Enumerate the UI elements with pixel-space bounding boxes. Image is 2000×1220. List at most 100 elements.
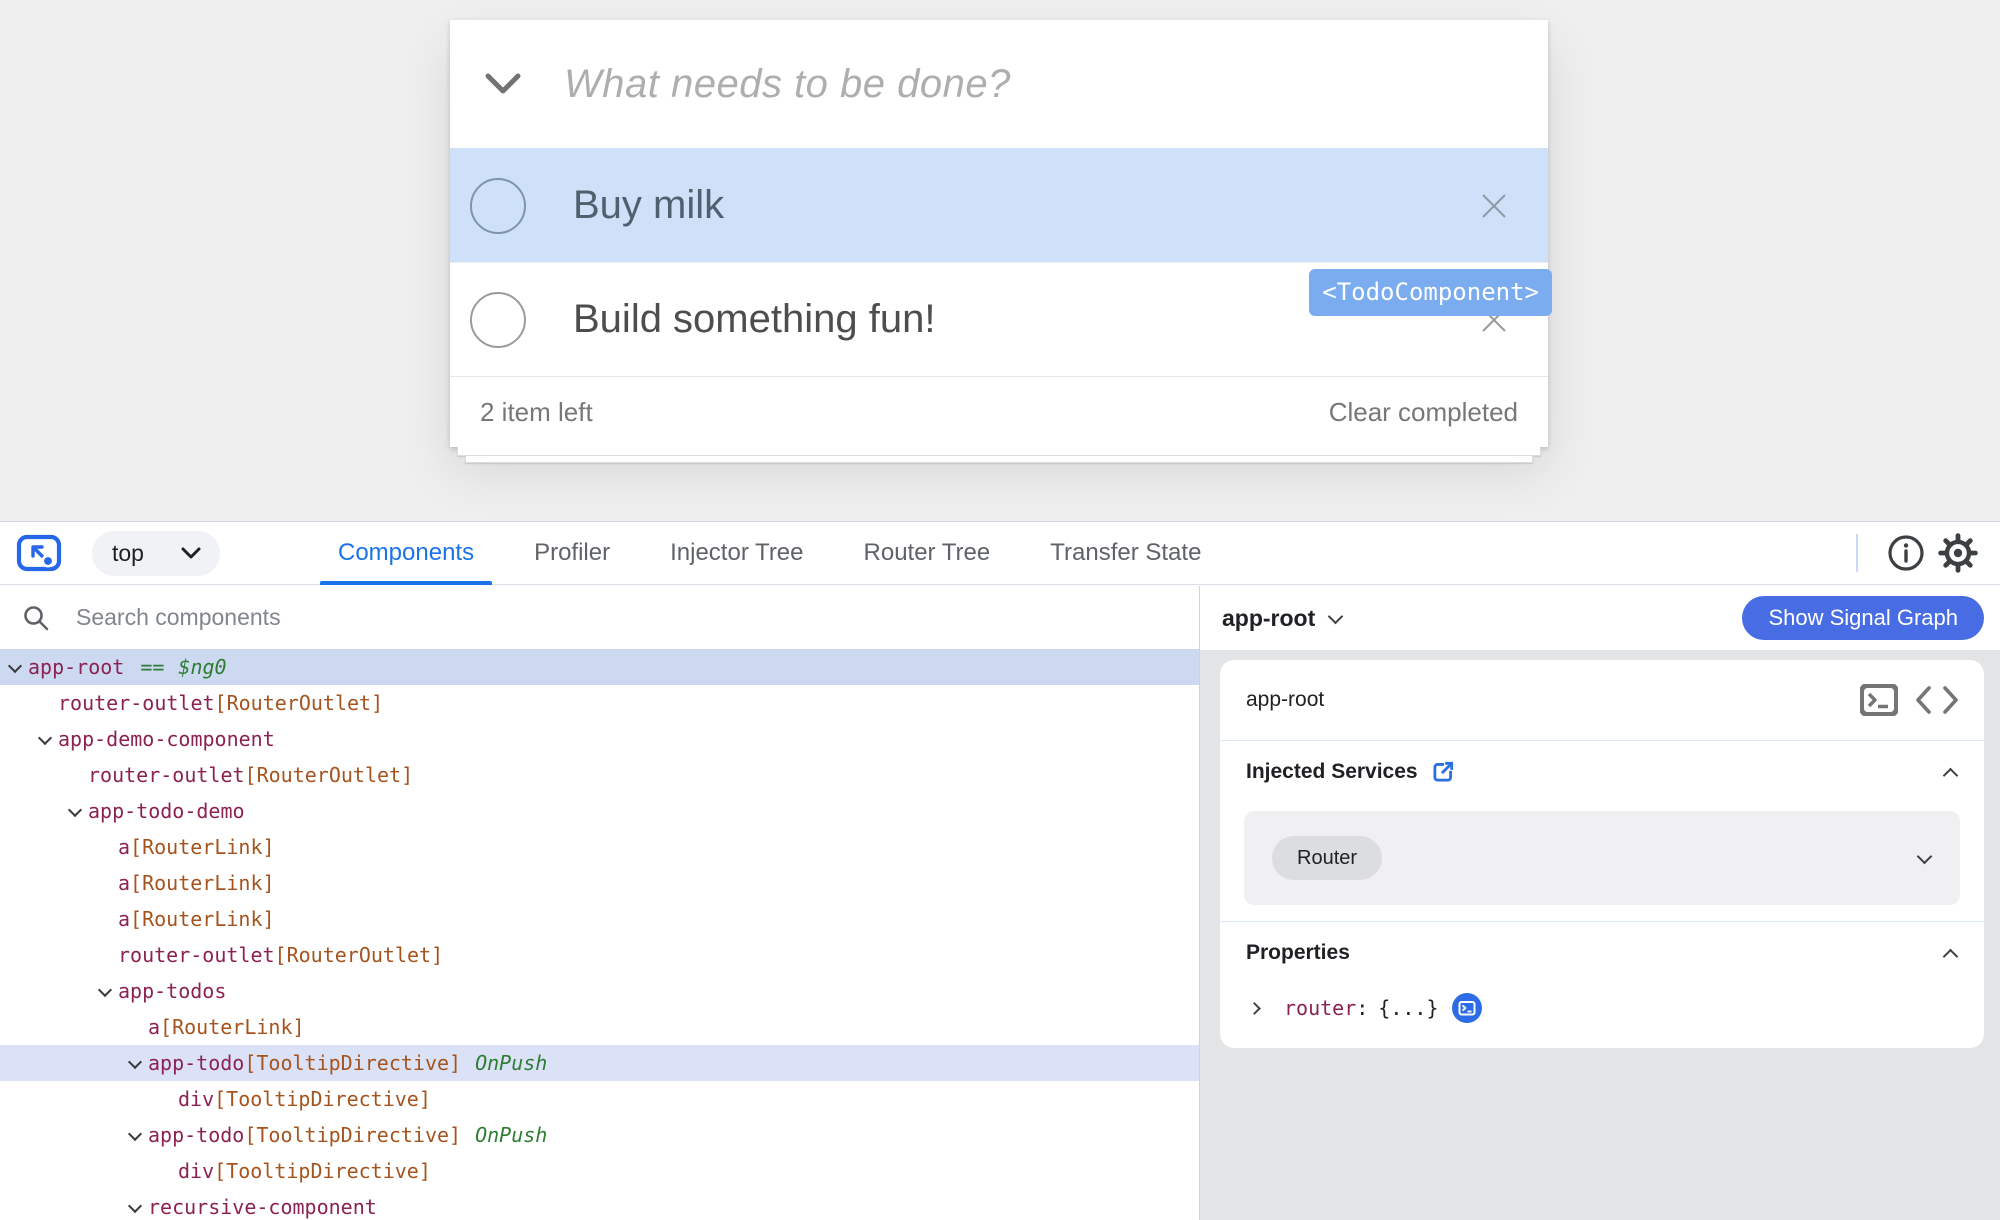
tab-injector-tree[interactable]: Injector Tree [652, 522, 821, 585]
tree-row[interactable]: router-outlet[RouterOutlet] [0, 937, 1199, 973]
component-tag: a [118, 871, 130, 895]
open-in-new-icon[interactable] [1430, 759, 1456, 785]
console-ref-eq: == [140, 655, 164, 679]
details-card: app-root [1220, 660, 1984, 1048]
directive-tag: [RouterLink] [130, 871, 275, 895]
chevron-icon [98, 948, 112, 962]
new-todo-input[interactable] [564, 49, 1548, 119]
properties-header: Properties [1220, 922, 1984, 984]
component-tag: recursive-component [148, 1195, 377, 1219]
component-tag: app-todo-demo [88, 799, 245, 823]
tree-row[interactable]: app-todo-demo [0, 793, 1199, 829]
tree-row[interactable]: div[TooltipDirective] [0, 1153, 1199, 1189]
directive-tag: [TooltipDirective] [244, 1051, 461, 1075]
gear-icon[interactable] [1932, 527, 1984, 579]
change-detection-mode: OnPush [475, 1051, 547, 1075]
tree-row[interactable]: app-demo-component [0, 721, 1199, 757]
tab-router-tree[interactable]: Router Tree [846, 522, 1009, 585]
chevron-down-icon[interactable] [98, 984, 112, 998]
injected-services-box: Router [1244, 811, 1960, 905]
tree-row[interactable]: a[RouterLink] [0, 1009, 1199, 1045]
component-tree: app-root == $ng0 router-outlet[RouterOutle… [0, 649, 1199, 1220]
collapse-chevron-icon[interactable] [1942, 945, 1958, 961]
component-tag: app-demo-component [58, 727, 275, 751]
tree-row[interactable]: a[RouterLink] [0, 865, 1199, 901]
component-tag: app-todo [148, 1051, 244, 1075]
tree-row[interactable]: app-todos [0, 973, 1199, 1009]
component-tag: a [118, 907, 130, 931]
change-detection-mode: OnPush [475, 1123, 547, 1147]
tree-row[interactable]: app-todo[TooltipDirective]OnPush [0, 1117, 1199, 1153]
tab-components[interactable]: Components [320, 522, 492, 585]
tab-profiler[interactable]: Profiler [516, 522, 628, 585]
clear-completed-button[interactable]: Clear completed [1329, 397, 1518, 428]
frame-selector-dropdown[interactable]: top [92, 531, 220, 576]
tree-row[interactable]: div[TooltipDirective] [0, 1081, 1199, 1117]
component-tag: app-todos [118, 979, 226, 1003]
component-tag: app-root [28, 655, 124, 679]
chevron-icon [98, 876, 112, 890]
items-left-count: 2 item left [480, 397, 593, 428]
tree-row-app-todo-selected[interactable]: app-todo[TooltipDirective] OnPush [0, 1045, 1199, 1081]
console-terminal-icon[interactable] [1860, 684, 1898, 716]
angular-devtools-panel: top Components Profiler Injector Tree Ro… [0, 521, 2000, 1220]
expand-chevron-icon[interactable] [1916, 850, 1932, 866]
toggle-all-chevron-icon[interactable] [450, 72, 536, 96]
collapse-chevron-icon[interactable] [1942, 764, 1958, 780]
component-tree-panel: app-root == $ng0 router-outlet[RouterOutle… [0, 586, 1200, 1220]
chevron-icon [98, 840, 112, 854]
chevron-down-icon [180, 546, 202, 560]
info-icon[interactable] [1880, 527, 1932, 579]
search-icon [22, 604, 50, 632]
search-row [0, 586, 1199, 649]
injected-services-title: Injected Services [1246, 760, 1418, 784]
chevron-down-icon[interactable] [38, 732, 52, 746]
tree-row[interactable]: a[RouterLink] [0, 901, 1199, 937]
devtools-main: app-root == $ng0 router-outlet[RouterOutle… [0, 586, 2000, 1220]
details-header: app-root Show Signal Graph [1200, 586, 2000, 650]
devtools-tabs: Components Profiler Injector Tree Router… [320, 522, 1219, 585]
tree-row-app-root[interactable]: app-root == $ng0 [0, 649, 1199, 685]
chevron-icon [158, 1092, 172, 1106]
todo-item[interactable]: Buy milk [450, 148, 1548, 262]
tree-row[interactable]: router-outlet[RouterOutlet] [0, 757, 1199, 793]
expand-property-chevron-icon[interactable] [1250, 1000, 1262, 1016]
card-title-row: app-root [1220, 660, 1984, 740]
property-value: {...} [1378, 996, 1438, 1020]
tree-row[interactable]: recursive-component [0, 1189, 1199, 1220]
stacked-sheet [457, 447, 1541, 456]
chevron-down-icon[interactable] [128, 1128, 142, 1142]
close-icon[interactable] [1478, 190, 1510, 222]
page-background: Buy milk Build something fun! 2 item lef… [0, 0, 2000, 521]
chevron-down-icon[interactable] [1327, 610, 1343, 626]
service-chip-router[interactable]: Router [1272, 836, 1382, 880]
chevron-icon [38, 696, 52, 710]
tree-row[interactable]: router-outlet[RouterOutlet] [0, 685, 1199, 721]
component-details-panel: app-root Show Signal Graph app-root [1200, 586, 2000, 1220]
tree-row[interactable]: a[RouterLink] [0, 829, 1199, 865]
show-signal-graph-button[interactable]: Show Signal Graph [1742, 596, 1984, 640]
chevron-down-icon[interactable] [8, 660, 22, 674]
log-to-console-icon[interactable] [1451, 992, 1483, 1024]
devtools-toolbar: top Components Profiler Injector Tree Ro… [0, 522, 2000, 585]
chevron-down-icon[interactable] [68, 804, 82, 818]
console-ref: $ng0 [178, 655, 226, 679]
chevron-down-icon[interactable] [128, 1200, 142, 1214]
toolbar-right [1856, 527, 2000, 579]
tab-transfer-state[interactable]: Transfer State [1032, 522, 1219, 585]
properties-title: Properties [1246, 941, 1350, 965]
inspect-element-icon[interactable] [8, 525, 70, 581]
search-components-input[interactable] [76, 604, 976, 631]
directive-tag: [RouterOutlet] [215, 691, 384, 715]
chevron-down-icon[interactable] [128, 1056, 142, 1070]
toolbar-divider [1856, 534, 1858, 572]
todo-toggle-circle[interactable] [470, 178, 526, 234]
directive-tag: [TooltipDirective] [214, 1159, 431, 1183]
component-tooltip-badge: <TodoComponent> [1309, 269, 1552, 316]
todo-toggle-circle[interactable] [470, 292, 526, 348]
component-tag: a [148, 1015, 160, 1039]
directive-tag: [RouterLink] [130, 835, 275, 859]
todo-app-card: Buy milk Build something fun! 2 item lef… [450, 20, 1548, 447]
view-source-code-icon[interactable] [1916, 686, 1958, 714]
selected-component-name: app-root [1222, 605, 1315, 632]
